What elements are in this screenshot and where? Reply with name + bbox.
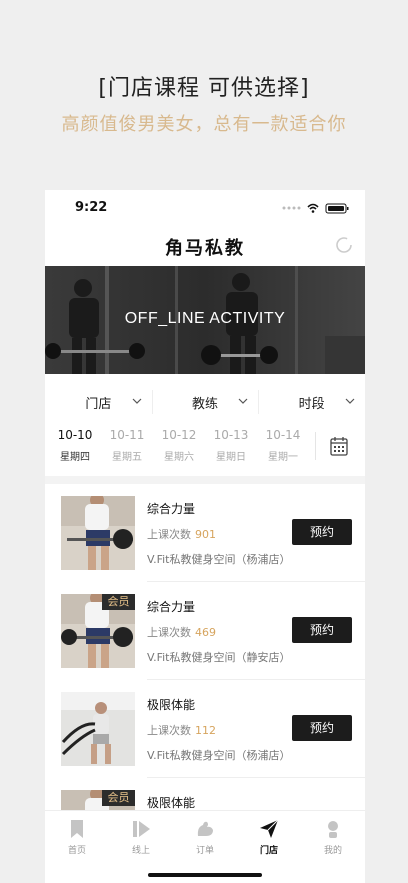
tab-label: 首页 — [67, 846, 86, 856]
filter-coach-label: 教练 — [192, 396, 219, 412]
promo-subtitle: 高颜值俊男美女，总有一款适合你 — [61, 114, 347, 135]
course-thumbnail — [61, 496, 135, 570]
course-store: V.Fit私教健身空间（杨浦店） — [147, 553, 291, 566]
app-title: 角马私教 — [165, 238, 245, 259]
date-value: 10-11 — [109, 428, 145, 442]
calendar-icon[interactable] — [330, 436, 348, 456]
date-value: 10-14 — [265, 428, 301, 442]
date-value: 10-12 — [161, 428, 197, 442]
date-weekday: 星期六 — [164, 452, 194, 463]
promo-title: [门店课程 可供选择] — [98, 76, 310, 101]
phone-screen: 9:22 角马私教 OFF_LINE ACTIVITY 门店 教练 时段 10-… — [45, 190, 365, 883]
filter-time-label: 时段 — [298, 396, 325, 412]
book-button[interactable]: 预约 — [292, 519, 352, 545]
count-value: 901 — [195, 528, 216, 541]
chevron-down-icon — [238, 398, 248, 404]
count-value: 469 — [195, 626, 216, 639]
date-item[interactable]: 10-11 星期五 — [101, 426, 153, 463]
tab-label: 我的 — [323, 846, 342, 856]
filter-bar: 门店 教练 时段 — [45, 382, 365, 422]
date-item[interactable]: 10-14 星期一 — [257, 426, 309, 463]
loading-icon[interactable] — [335, 236, 353, 254]
book-button[interactable]: 预约 — [292, 617, 352, 643]
muscle-icon — [197, 821, 213, 836]
nav-bar: 角马私教 — [45, 226, 365, 266]
filter-store-label: 门店 — [85, 396, 112, 412]
member-badge: 会员 — [102, 594, 135, 610]
wifi-icon — [307, 203, 319, 210]
course-store: V.Fit私教健身空间（杨浦店） — [147, 749, 291, 762]
hero-banner[interactable]: OFF_LINE ACTIVITY — [45, 266, 365, 374]
course-name: 综合力量 — [147, 600, 196, 614]
status-icons — [282, 203, 349, 214]
signal-icon — [282, 206, 301, 210]
battery-icon — [325, 203, 349, 214]
date-item[interactable]: 10-12 星期六 — [153, 426, 205, 463]
status-time: 9:22 — [75, 200, 108, 215]
course-name: 极限体能 — [147, 796, 196, 810]
play-icon — [133, 821, 150, 837]
filter-store[interactable]: 门店 — [45, 382, 152, 422]
book-button[interactable]: 预约 — [292, 715, 352, 741]
count-label: 上课次数 — [147, 528, 191, 541]
tab-home[interactable]: 首页 — [45, 819, 109, 856]
count-label: 上课次数 — [147, 626, 191, 639]
tab-label: 门店 — [259, 846, 278, 856]
date-weekday: 星期五 — [112, 452, 142, 463]
filter-time[interactable]: 时段 — [258, 382, 365, 422]
course-thumbnail: 会员 — [61, 594, 135, 668]
course-name: 综合力量 — [147, 502, 196, 516]
tab-profile[interactable]: 我的 — [301, 819, 365, 856]
date-weekday: 星期四 — [60, 452, 90, 463]
date-value: 10-10 — [57, 428, 93, 442]
chevron-down-icon — [345, 398, 355, 404]
count-label: 上课次数 — [147, 724, 191, 737]
home-indicator — [148, 873, 262, 877]
divider — [315, 432, 316, 460]
course-store: V.Fit私教健身空间（静安店） — [147, 651, 291, 664]
date-item[interactable]: 10-10 星期四 — [49, 426, 101, 463]
date-value: 10-13 — [213, 428, 249, 442]
course-name: 极限体能 — [147, 698, 196, 712]
user-icon — [328, 821, 338, 838]
course-count: 上课次数 901 — [147, 526, 216, 542]
tab-label: 线上 — [131, 846, 150, 856]
tab-online[interactable]: 线上 — [109, 819, 173, 856]
banner-caption: OFF_LINE ACTIVITY — [124, 310, 286, 327]
paper-plane-icon — [260, 819, 279, 838]
filter-coach[interactable]: 教练 — [151, 382, 259, 422]
tab-orders[interactable]: 订单 — [173, 819, 237, 856]
chevron-down-icon — [132, 398, 142, 404]
count-value: 112 — [195, 724, 216, 737]
course-card[interactable]: 综合力量 上课次数 901 V.Fit私教健身空间（杨浦店） 预约 — [45, 484, 365, 582]
course-thumbnail — [61, 692, 135, 766]
bookmark-icon — [71, 820, 83, 838]
course-count: 上课次数 469 — [147, 624, 216, 640]
course-card[interactable]: 会员 综合力量 上课次数 469 V.Fit私教健身空间（静安店） 预约 — [45, 582, 365, 680]
tab-stores[interactable]: 门店 — [237, 819, 301, 856]
course-count: 上课次数 112 — [147, 722, 216, 738]
section-separator — [45, 476, 365, 484]
status-bar: 9:22 — [45, 190, 365, 226]
wifi-dot — [311, 210, 315, 213]
date-weekday: 星期日 — [216, 452, 246, 463]
course-card[interactable]: 极限体能 上课次数 112 V.Fit私教健身空间（杨浦店） 预约 — [45, 680, 365, 778]
date-selector: 10-10 星期四 10-11 星期五 10-12 星期六 10-13 星期日 … — [45, 426, 365, 474]
member-badge: 会员 — [102, 790, 135, 806]
tab-label: 订单 — [195, 846, 214, 856]
date-weekday: 星期一 — [268, 452, 298, 463]
date-item[interactable]: 10-13 星期日 — [205, 426, 257, 463]
